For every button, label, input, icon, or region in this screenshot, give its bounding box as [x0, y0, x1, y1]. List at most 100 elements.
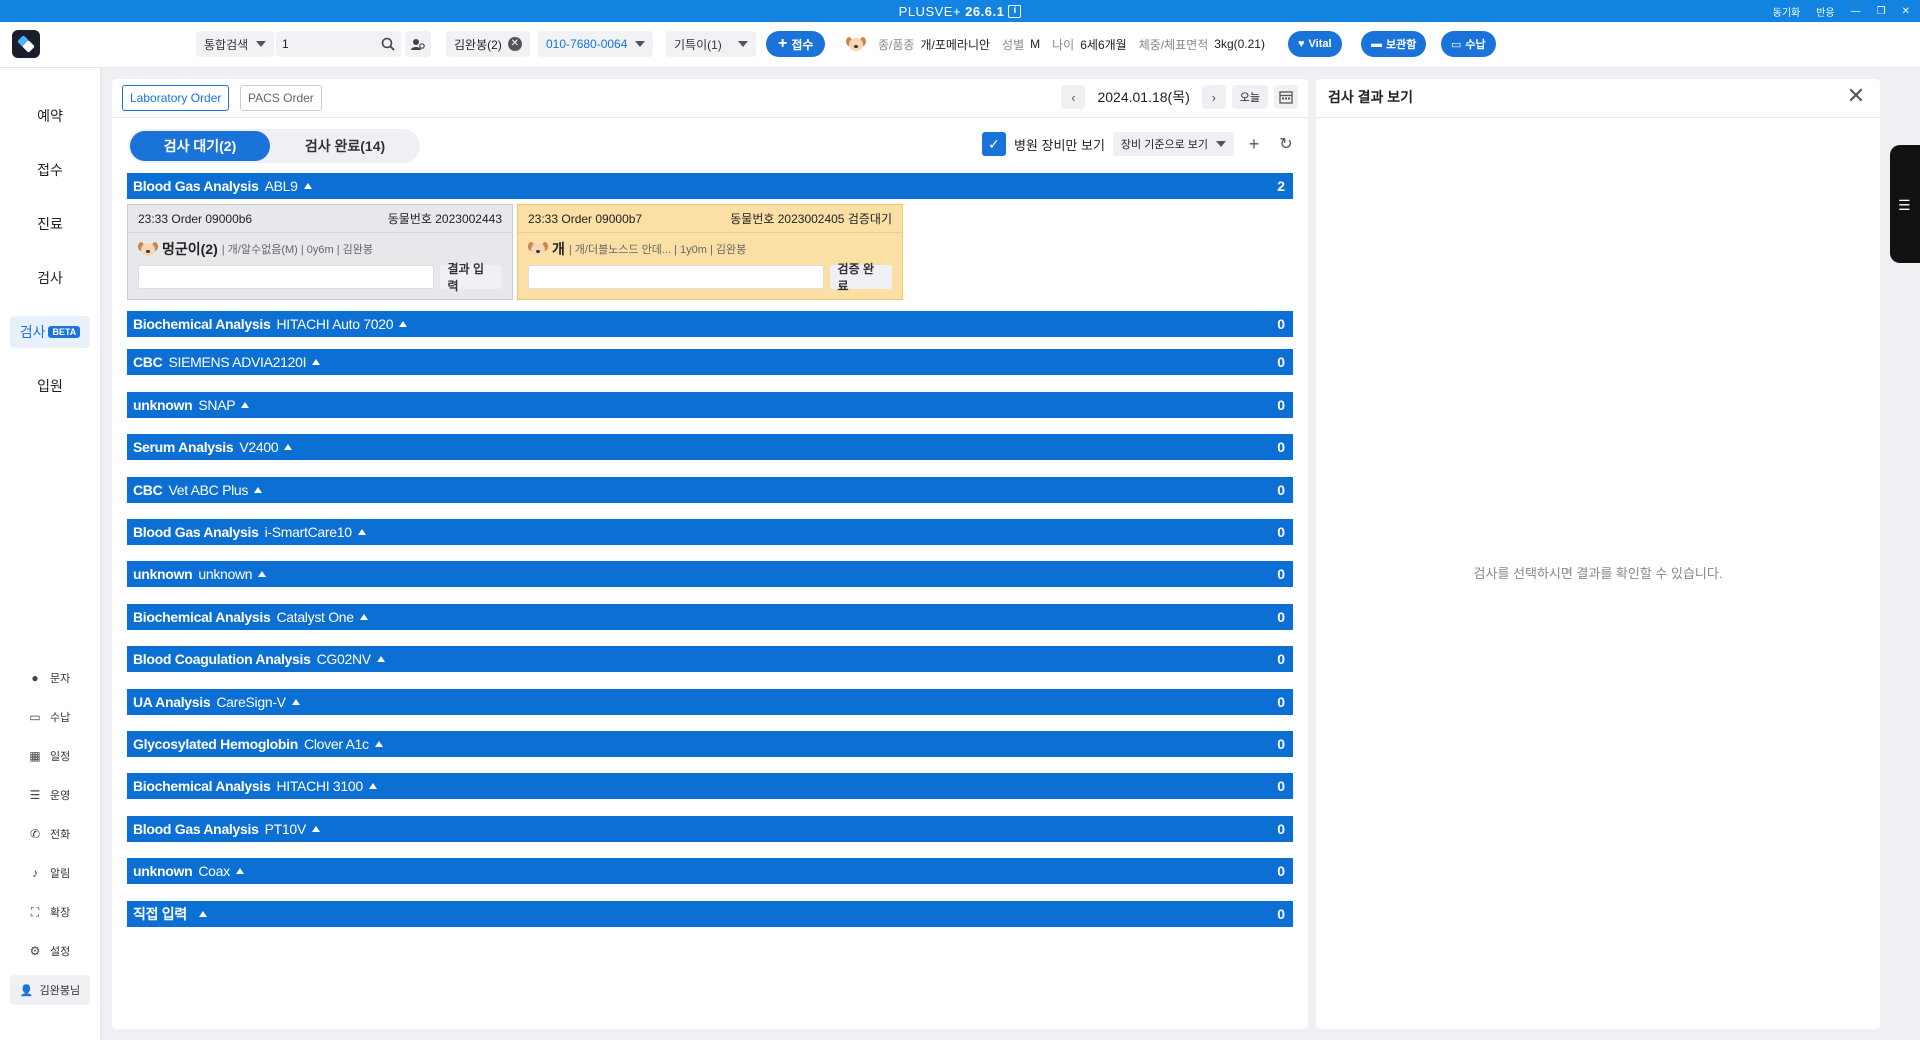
group-count: 0: [1277, 651, 1285, 667]
person-search-icon: [411, 39, 425, 50]
device-type: Biochemical Analysis: [133, 778, 271, 794]
user-profile[interactable]: 👤 김완봉님: [10, 975, 90, 1005]
device-type: Blood Gas Analysis: [133, 524, 259, 540]
device-group-header[interactable]: Serum Analysis V2400 0: [127, 434, 1293, 460]
owner-chip[interactable]: 김완봉(2) ✕: [446, 31, 530, 57]
view-mode-select[interactable]: 장비 기준으로 보기: [1112, 132, 1234, 156]
device-group-header[interactable]: 직접 입력 0: [127, 901, 1293, 927]
enter-result-button[interactable]: 결과 입력: [439, 262, 502, 293]
tab-done[interactable]: 검사 완료(14): [270, 136, 420, 156]
side-drawer-tab[interactable]: ☰: [1890, 145, 1920, 263]
device-type: Glycosylated Hemoglobin: [133, 736, 299, 752]
restore-button[interactable]: ❐: [1877, 6, 1886, 17]
nav-test-beta[interactable]: 검사 BETA: [10, 316, 90, 348]
device-group-header[interactable]: unknown Coax 0: [127, 858, 1293, 884]
device-group-header[interactable]: unknown unknown 0: [127, 561, 1293, 587]
clear-icon[interactable]: ✕: [507, 37, 522, 51]
nav-test[interactable]: 검사: [10, 262, 90, 294]
reception-button[interactable]: + 접수: [766, 31, 826, 57]
add-icon[interactable]: +: [1242, 132, 1266, 156]
today-button[interactable]: 오늘: [1231, 85, 1268, 109]
divider: [1316, 117, 1880, 118]
date-navigator: ‹ 2024.01.18(목) › 오늘: [1061, 85, 1298, 109]
prev-date-button[interactable]: ‹: [1061, 85, 1086, 109]
device-model: HITACHI 3100: [276, 778, 363, 794]
pet-select[interactable]: 기특이(1): [666, 31, 756, 57]
subnav-expand[interactable]: ⛶ 확장: [28, 902, 88, 922]
result-input-field[interactable]: [528, 265, 824, 289]
list-icon: ☰: [29, 788, 41, 802]
group-count: 0: [1277, 821, 1285, 837]
collapse-icon: [376, 656, 385, 662]
subnav-operation[interactable]: ☰ 운영: [28, 785, 88, 805]
payment-button[interactable]: ▭ 수납: [1441, 31, 1496, 57]
close-icon[interactable]: ✕: [1844, 83, 1868, 108]
device-group-header[interactable]: Blood Coagulation Analysis CG02NV 0: [127, 646, 1293, 672]
chevron-down-icon: [1216, 141, 1226, 147]
hospital-only-checkbox[interactable]: ✓: [981, 132, 1006, 156]
subnav-phone[interactable]: ✆ 전화: [28, 824, 88, 844]
current-date[interactable]: 2024.01.18(목): [1091, 87, 1195, 107]
close-window-button[interactable]: ✕: [1902, 6, 1910, 17]
search-icon[interactable]: [381, 37, 395, 51]
group-count: 0: [1277, 482, 1285, 498]
app-logo[interactable]: [12, 30, 40, 58]
device-group-header[interactable]: Biochemical Analysis HITACHI 3100 0: [127, 773, 1293, 799]
device-group-header[interactable]: Biochemical Analysis Catalyst One 0: [127, 604, 1293, 630]
device-type: unknown: [133, 566, 193, 582]
refresh-icon[interactable]: ↻: [1274, 132, 1298, 156]
subnav-payment[interactable]: ▭ 수납: [28, 707, 88, 727]
response-button[interactable]: 반응: [1816, 4, 1834, 19]
sync-button[interactable]: 동기화: [1773, 4, 1801, 19]
phone-select[interactable]: 010-7680-0064: [538, 31, 654, 57]
order-card[interactable]: 23:33 Order 09000b6 동물번호 2023002443 멍군이(2…: [127, 204, 513, 300]
patient-info: 종/품종 개/포메라니안 성별 M 나이 6세6개월 체중/체표면적 3kg(0…: [846, 31, 1265, 57]
collapse-icon: [368, 783, 377, 789]
device-group-header[interactable]: Blood Gas Analysis ABL9 2: [127, 173, 1293, 199]
subnav-message[interactable]: ● 문자: [28, 668, 88, 688]
group-count: 0: [1277, 906, 1285, 922]
verify-complete-button[interactable]: 검증 완료: [829, 262, 892, 293]
device-group-header[interactable]: CBC SIEMENS ADVIA2120I 0: [127, 349, 1293, 375]
group-count: 0: [1277, 524, 1285, 540]
group-count: 0: [1277, 736, 1285, 752]
subnav-alarm[interactable]: ♪ 알림: [28, 863, 88, 883]
device-group-header[interactable]: Blood Gas Analysis PT10V 0: [127, 816, 1293, 842]
device-model: CareSign-V: [216, 694, 286, 710]
nav-treatment[interactable]: 진료: [10, 208, 90, 240]
result-input-field[interactable]: [138, 265, 434, 289]
device-group-header[interactable]: UA Analysis CareSign-V 0: [127, 689, 1293, 715]
device-group-header[interactable]: Blood Gas Analysis i-SmartCare10 0: [127, 519, 1293, 545]
chevron-down-icon: [635, 41, 646, 47]
vital-button[interactable]: ♥ Vital: [1288, 31, 1342, 57]
minimize-button[interactable]: —: [1851, 6, 1861, 17]
group-count: 2: [1277, 178, 1285, 194]
device-group-header[interactable]: CBC Vet ABC Plus 0: [127, 477, 1293, 503]
info-icon[interactable]: i: [1008, 4, 1022, 18]
device-type: CBC: [133, 482, 163, 498]
device-group-header[interactable]: Glycosylated Hemoglobin Clover A1c 0: [127, 731, 1293, 757]
hospital-only-label: 병원 장비만 보기: [1013, 137, 1105, 153]
tab-pacs-order[interactable]: PACS Order: [240, 85, 322, 111]
search-type-select[interactable]: 통합검색: [196, 31, 275, 57]
subnav-schedule[interactable]: ▦ 일정: [28, 746, 88, 766]
nav-hospitalization[interactable]: 입원: [10, 370, 90, 402]
tab-waiting[interactable]: 검사 대기(2): [130, 131, 270, 161]
device-group-header[interactable]: unknown SNAP 0: [127, 392, 1293, 418]
group-count: 0: [1277, 439, 1285, 455]
device-model: Catalyst One: [276, 609, 354, 625]
search-input[interactable]: 1: [276, 31, 401, 57]
calendar-button[interactable]: [1274, 85, 1298, 109]
person-search-button[interactable]: [405, 31, 431, 57]
device-model: Coax: [198, 863, 230, 879]
collapse-icon: [312, 359, 321, 365]
storage-button[interactable]: ▬ 보관함: [1361, 31, 1427, 57]
subnav-settings[interactable]: ⚙ 설정: [28, 941, 88, 961]
device-group-header[interactable]: Biochemical Analysis HITACHI Auto 7020 0: [127, 311, 1293, 337]
nav-reception[interactable]: 접수: [10, 154, 90, 186]
next-date-button[interactable]: ›: [1201, 85, 1226, 109]
order-card[interactable]: 23:33 Order 09000b7 동물번호 2023002405 검증대기 …: [517, 204, 903, 300]
device-model: PT10V: [264, 821, 307, 837]
nav-reservation[interactable]: 예약: [10, 100, 90, 132]
tab-laboratory-order[interactable]: Laboratory Order: [122, 85, 230, 111]
